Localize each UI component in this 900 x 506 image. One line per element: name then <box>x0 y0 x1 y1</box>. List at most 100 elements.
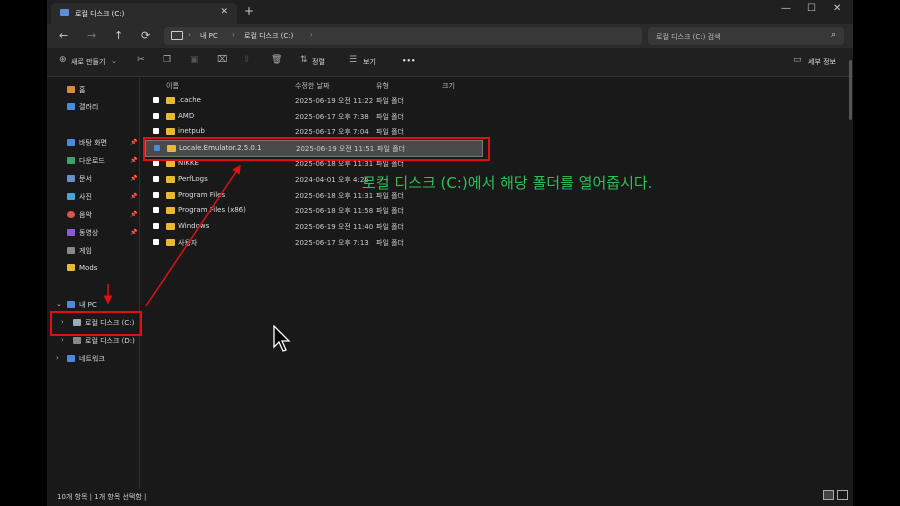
column-header-size[interactable]: 크기 <box>442 81 455 91</box>
file-type: 파일 폴더 <box>376 128 404 136</box>
cut-icon[interactable]: ✂ <box>137 55 145 65</box>
checkbox[interactable] <box>153 207 159 213</box>
checkbox[interactable] <box>153 239 159 245</box>
sidebar-item-mods[interactable]: Mods <box>67 264 97 272</box>
details-button[interactable]: 세부 정보 <box>808 57 836 67</box>
forward-button[interactable]: → <box>87 29 96 42</box>
checkbox[interactable] <box>153 192 159 198</box>
search-placeholder: 로컬 디스크 (C:) 검색 <box>656 33 721 41</box>
breadcrumb-separator: › <box>188 31 191 39</box>
folder-icon <box>166 207 175 214</box>
sidebar-item-gallery[interactable]: 갤러리 <box>67 102 98 112</box>
more-button[interactable]: ••• <box>402 57 415 65</box>
breadcrumb-local-disk-c[interactable]: 로컬 디스크 (C:) <box>244 31 293 41</box>
sidebar-item-games[interactable]: 게임 <box>67 246 92 256</box>
desktop-icon <box>67 139 75 146</box>
checkbox[interactable] <box>153 97 159 103</box>
sidebar-item-downloads[interactable]: 다운로드 <box>67 156 105 166</box>
breadcrumb-this-pc[interactable]: 내 PC <box>200 31 218 41</box>
folder-icon <box>166 160 175 167</box>
sidebar-item-pictures[interactable]: 사진 <box>67 192 92 202</box>
refresh-button[interactable]: ⟳ <box>141 29 150 42</box>
sidebar-item-documents[interactable]: 문서 <box>67 174 92 184</box>
details-view-icon[interactable] <box>823 490 834 500</box>
sidebar-item-label: 내 PC <box>79 301 97 309</box>
highlight-box-folder <box>143 137 490 161</box>
minimize-button[interactable]: — <box>781 3 791 14</box>
checkbox[interactable] <box>153 113 159 119</box>
checkbox[interactable] <box>153 223 159 229</box>
table-row[interactable]: AMD 2025-06-17 오후 7:38 파일 폴더 <box>145 109 481 124</box>
sidebar-item-videos[interactable]: 동영상 <box>67 228 98 238</box>
chevron-right-icon[interactable]: › <box>56 354 59 362</box>
folder-icon <box>166 239 175 246</box>
copy-icon[interactable]: ❐ <box>163 55 171 65</box>
column-header-date[interactable]: 수정한 날짜 <box>295 81 329 91</box>
table-row[interactable]: Program Files (x86) 2025-06-18 오후 11:58 파일… <box>145 203 481 218</box>
details-pane-icon: ▭ <box>793 55 802 65</box>
download-icon <box>67 157 75 164</box>
table-row[interactable]: .cache 2025-06-19 오전 11:22 파일 폴더 <box>145 93 481 108</box>
new-button[interactable]: 새로 만들기 <box>71 57 105 67</box>
share-icon[interactable]: ⇪ <box>243 55 251 65</box>
chevron-right-icon[interactable]: › <box>61 336 64 344</box>
sidebar-item-drive-d[interactable]: 로컬 디스크 (D:) <box>73 336 135 346</box>
scrollbar[interactable] <box>849 60 852 120</box>
folder-icon <box>166 113 175 120</box>
folder-icon <box>166 128 175 135</box>
folder-icon <box>166 176 175 183</box>
sidebar-item-this-pc[interactable]: 내 PC <box>67 300 97 310</box>
back-button[interactable]: ← <box>59 29 68 42</box>
file-date: 2024-04-01 오후 4:26 <box>295 176 369 184</box>
sidebar-item-label: Mods <box>79 264 98 272</box>
maximize-button[interactable]: ☐ <box>807 3 816 14</box>
table-row[interactable]: 사용자 2025-06-17 오후 7:13 파일 폴더 <box>145 235 481 250</box>
sidebar-item-network[interactable]: 네트워크 <box>67 354 105 364</box>
search-input[interactable]: 로컬 디스크 (C:) 검색 ⌕ <box>648 27 844 45</box>
up-button[interactable]: ↑ <box>114 29 123 42</box>
delete-icon[interactable]: 🗑 <box>271 55 282 65</box>
column-header-type[interactable]: 유형 <box>376 81 389 91</box>
view-icon: ☰ <box>349 55 358 65</box>
new-tab-button[interactable]: + <box>244 4 254 18</box>
checkbox[interactable] <box>153 176 159 182</box>
close-window-button[interactable]: ✕ <box>833 3 841 14</box>
file-name: inetpub <box>178 127 205 135</box>
chevron-down-icon[interactable]: ⌄ <box>56 300 62 308</box>
column-header-name[interactable]: 이름 <box>166 81 179 91</box>
chevron-down-icon: ⌄ <box>111 57 117 65</box>
document-icon <box>67 175 75 182</box>
tiles-view-icon[interactable] <box>837 490 848 500</box>
folder-icon <box>166 192 175 199</box>
sidebar-item-label: 문서 <box>79 175 92 183</box>
tab-label: 로컬 디스크 (C:) <box>75 10 125 18</box>
sidebar-item-label: 네트워크 <box>79 355 105 363</box>
file-date: 2025-06-17 오후 7:38 <box>295 113 369 121</box>
pin-icon: 📌 <box>130 193 138 200</box>
tab-local-disk-c[interactable]: 로컬 디스크 (C:) ✕ <box>51 3 237 24</box>
network-icon <box>67 355 75 362</box>
sidebar-item-music[interactable]: 음악 <box>67 210 92 220</box>
sidebar-item-label: 음악 <box>79 211 92 219</box>
game-icon <box>67 247 75 254</box>
sidebar-item-home[interactable]: 홈 <box>67 85 85 95</box>
pin-icon: 📌 <box>130 211 138 218</box>
status-bar: 10개 항목 | 1개 항목 선택함 | <box>47 489 853 506</box>
pin-icon: 📌 <box>130 139 138 146</box>
table-row[interactable]: Windows 2025-06-19 오전 11:40 파일 폴더 <box>145 219 481 234</box>
file-type: 파일 폴더 <box>376 207 404 215</box>
sort-button[interactable]: 정렬 <box>312 57 325 67</box>
checkbox[interactable] <box>153 128 159 134</box>
close-tab-icon[interactable]: ✕ <box>220 7 228 17</box>
command-bar: ⊕ 새로 만들기 ⌄ ✂ ❐ ▣ ⌧ ⇪ 🗑 ⇅ 정렬 ☰ 보기 ••• ▭ 세… <box>47 48 853 77</box>
sidebar-item-label: 동영상 <box>79 229 99 237</box>
music-icon <box>67 211 75 218</box>
file-name: Program Files <box>178 191 226 199</box>
address-field[interactable]: › 내 PC › 로컬 디스크 (C:) › <box>164 27 642 45</box>
file-type: 파일 폴더 <box>376 223 404 231</box>
view-button[interactable]: 보기 <box>363 57 376 67</box>
rename-icon[interactable]: ⌧ <box>217 55 227 65</box>
sidebar-item-desktop[interactable]: 바탕 화면 <box>67 138 107 148</box>
paste-icon[interactable]: ▣ <box>190 55 199 65</box>
file-date: 2025-06-17 오후 7:13 <box>295 239 369 247</box>
